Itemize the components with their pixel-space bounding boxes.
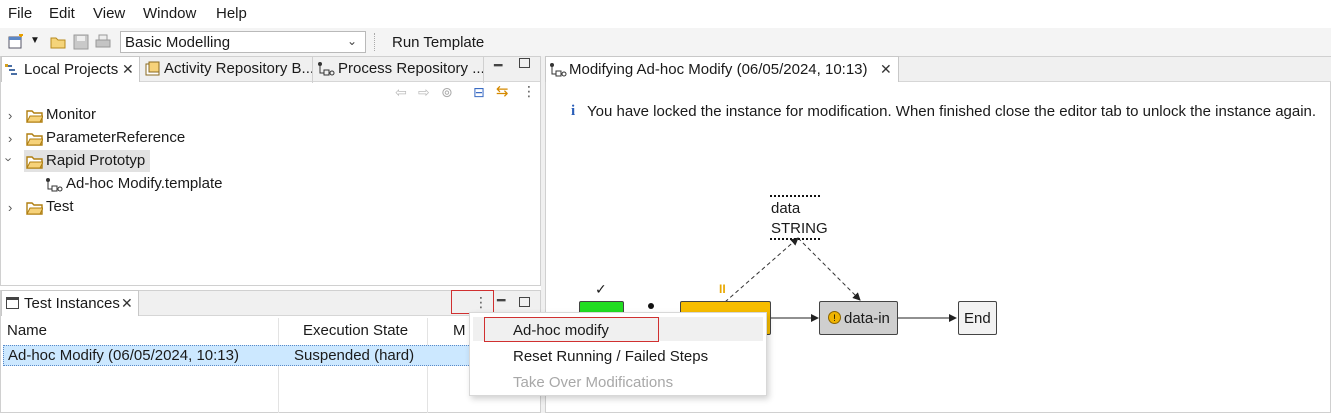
perspective-select-value: Basic Modelling	[125, 34, 231, 51]
template-icon	[45, 177, 63, 193]
run-template-button[interactable]: Run Template	[392, 34, 484, 51]
forward-arrow-icon[interactable]: ⇨	[418, 84, 430, 101]
new-wizard-icon[interactable]	[8, 34, 24, 50]
completed-check-icon: ✓	[595, 281, 607, 297]
tab-label: Local Projects	[24, 61, 119, 78]
tab-label: Process Repository ...	[338, 60, 484, 77]
tab-process-repository[interactable]: Process Repository ...	[314, 57, 484, 83]
column-header-m[interactable]: M	[453, 322, 466, 339]
tree-item-parameterreference[interactable]: ParameterReference	[46, 129, 185, 146]
tab-label: Test Instances	[24, 295, 120, 312]
collapse-all-icon[interactable]: ⊟	[473, 84, 485, 101]
menu-item-adhoc-modify[interactable]: Ad-hoc modify	[513, 322, 609, 339]
tab-test-instances[interactable]: Test Instances ✕	[1, 290, 139, 316]
chevron-right-icon[interactable]: ›	[8, 131, 12, 146]
row-execution-state: Suspended (hard)	[294, 347, 415, 364]
menu-window[interactable]: Window	[143, 5, 196, 22]
warning-icon: !	[828, 311, 841, 324]
menu-help[interactable]: Help	[216, 5, 247, 22]
tree-item-monitor[interactable]: Monitor	[46, 106, 96, 123]
minimize-icon[interactable]: ━	[497, 292, 505, 309]
maximize-icon[interactable]	[519, 297, 530, 307]
toolbar-separator	[374, 33, 376, 51]
menu-file[interactable]: File	[8, 5, 32, 22]
projects-icon	[5, 63, 21, 77]
minimize-icon[interactable]: ━	[494, 57, 502, 74]
menu-bar: File Edit View Window Help	[0, 0, 1331, 26]
lock-info-message: You have locked the instance for modific…	[587, 103, 1317, 120]
tree-item-rapid-prototyp[interactable]: Rapid Prototyp	[46, 152, 145, 169]
column-header-name[interactable]: Name	[7, 322, 47, 339]
menu-view[interactable]: View	[93, 5, 125, 22]
tree-item-adhoc-template[interactable]: Ad-hoc Modify.template	[66, 175, 222, 192]
folder-icon	[26, 109, 43, 123]
column-header-execution-state[interactable]: Execution State	[303, 322, 408, 339]
maximize-icon[interactable]	[519, 58, 530, 68]
repository-icon	[145, 61, 161, 77]
menu-item-take-over-modifications: Take Over Modifications	[513, 374, 674, 391]
folder-open-icon	[26, 155, 43, 169]
tab-activity-repository[interactable]: Activity Repository B...	[141, 57, 313, 83]
new-dropdown-arrow-icon[interactable]: ▼	[30, 35, 40, 46]
print-icon[interactable]	[95, 34, 111, 50]
data-edge	[797, 237, 861, 301]
perspective-select[interactable]: Basic Modelling ⌄	[120, 31, 366, 53]
tab-local-projects[interactable]: Local Projects ✕	[1, 56, 140, 82]
close-icon[interactable]: ✕	[122, 61, 134, 78]
close-icon[interactable]: ✕	[880, 61, 892, 78]
menu-item-reset-running-failed-steps[interactable]: Reset Running / Failed Steps	[513, 348, 708, 365]
data-edge	[724, 237, 799, 303]
tab-modifying-editor[interactable]: Modifying Ad-hoc Modify (06/05/2024, 10:…	[545, 56, 899, 82]
process-icon	[549, 62, 567, 78]
process-icon	[317, 61, 335, 77]
row-name: Ad-hoc Modify (06/05/2024, 10:13)	[8, 347, 239, 364]
data-object-name: data	[771, 200, 801, 217]
flow-marker	[648, 303, 654, 309]
view-icon	[6, 297, 19, 309]
paused-marker-icon: II	[719, 282, 726, 296]
link-with-editor-icon[interactable]: ⇆	[496, 82, 509, 100]
end-node[interactable]: End	[958, 301, 997, 335]
chevron-right-icon[interactable]: ›	[8, 108, 12, 123]
view-menu-icon[interactable]: ⋮	[474, 294, 488, 311]
home-icon[interactable]: ⊚	[441, 84, 453, 101]
tab-label: Modifying Ad-hoc Modify (06/05/2024, 10:…	[569, 61, 868, 78]
close-icon[interactable]: ✕	[121, 295, 133, 312]
tab-label: Activity Repository B...	[164, 60, 313, 77]
back-arrow-icon[interactable]: ⇦	[395, 84, 407, 101]
node-label: data-in	[844, 310, 890, 327]
menu-edit[interactable]: Edit	[49, 5, 75, 22]
context-menu: Ad-hoc modify Reset Running / Failed Ste…	[469, 312, 767, 396]
open-folder-icon[interactable]	[50, 34, 66, 50]
node-label: End	[964, 310, 991, 327]
chevron-right-icon[interactable]: ›	[8, 200, 12, 215]
chevron-down-icon: ⌄	[347, 34, 358, 48]
view-menu-icon[interactable]: ⋮	[522, 83, 536, 100]
chevron-down-icon[interactable]: ›	[2, 157, 17, 161]
data-in-node[interactable]: ! data-in	[819, 301, 898, 335]
tree-item-test[interactable]: Test	[46, 198, 74, 215]
folder-icon	[26, 132, 43, 146]
data-object-type: STRING	[771, 220, 828, 237]
folder-icon	[26, 201, 43, 215]
info-icon: i	[571, 103, 576, 119]
save-icon[interactable]	[73, 34, 89, 50]
